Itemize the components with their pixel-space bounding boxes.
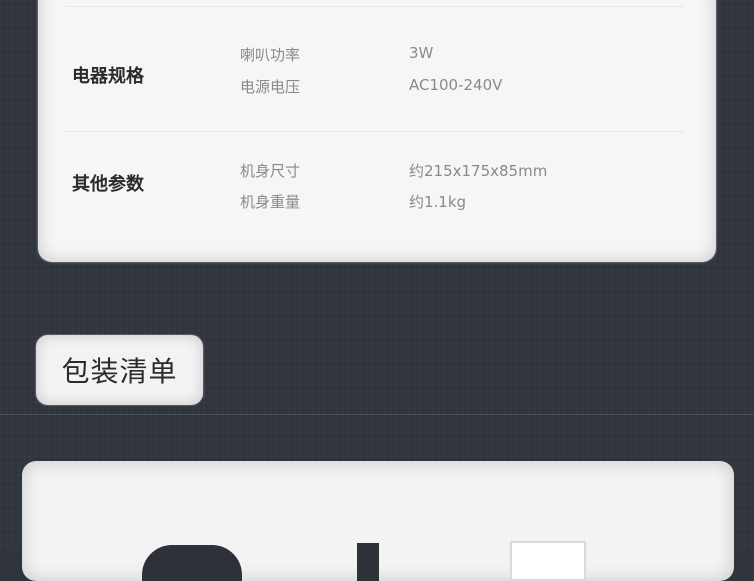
- spec-label: 机身重量: [240, 193, 301, 211]
- packing-list-card: [22, 461, 734, 581]
- spec-label: 喇叭功率: [240, 46, 301, 64]
- spec-value: 约215x175x85mm: [409, 162, 548, 180]
- packing-item-image: [142, 545, 242, 581]
- spec-label: 机身尺寸: [240, 162, 301, 180]
- section-separator: [0, 414, 754, 415]
- row-divider: [66, 131, 684, 132]
- spec-value: AC100-240V: [409, 76, 503, 94]
- spec-value: 3W: [409, 44, 434, 62]
- row-title: 其他参数: [72, 174, 144, 195]
- spec-label: 电源电压: [240, 78, 301, 96]
- packing-item-image: [510, 541, 586, 581]
- row-divider: [66, 6, 684, 7]
- spec-table-card: 电器规格 喇叭功率 3W 电源电压 AC100-240V 其他参数 机身尺寸 约…: [38, 0, 716, 262]
- packing-list-heading: 包装清单: [36, 335, 203, 405]
- row-title: 电器规格: [72, 66, 144, 87]
- packing-item-image: [357, 543, 379, 581]
- spec-value: 约1.1kg: [409, 193, 467, 211]
